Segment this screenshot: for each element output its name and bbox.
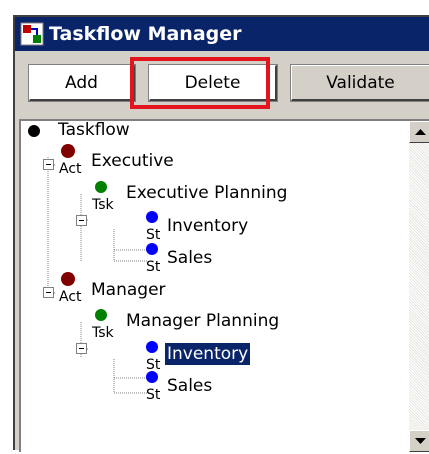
tree-node-inventory[interactable]: Inventory <box>165 215 250 237</box>
expander-manager-planning[interactable] <box>76 343 87 354</box>
tree-node-executive-planning[interactable]: Executive Planning <box>124 182 289 204</box>
add-button[interactable]: Add <box>28 64 136 102</box>
scroll-down-button[interactable] <box>409 430 429 452</box>
black-dot-icon <box>28 125 40 137</box>
svg-text:Act: Act <box>59 161 82 175</box>
svg-text:St: St <box>146 259 161 275</box>
validate-button[interactable]: Validate <box>290 64 429 102</box>
task-icon: Tsk <box>91 309 115 341</box>
expander-executive-planning[interactable] <box>76 215 87 226</box>
tree-node-taskflow[interactable]: Taskflow <box>56 119 132 141</box>
taskflow-app-icon <box>20 22 44 46</box>
expander-manager[interactable] <box>43 287 54 298</box>
svg-text:Act: Act <box>59 289 82 305</box>
tree-node-sales[interactable]: Sales <box>165 247 214 269</box>
expander-executive[interactable] <box>43 159 54 170</box>
activity-icon: Act <box>59 272 82 305</box>
activity-icon: Act <box>59 144 82 175</box>
taskflow-manager-window: Taskflow Manager Add Delete Validate Tas… <box>13 15 429 452</box>
window-title: Taskflow Manager <box>49 23 242 45</box>
arrow-up-icon <box>415 129 426 135</box>
svg-text:Tsk: Tsk <box>91 197 115 213</box>
delete-button[interactable]: Delete <box>148 64 278 102</box>
vertical-scrollbar[interactable] <box>409 121 429 452</box>
taskflow-tree[interactable]: Taskflow Act Executive Tsk Executive Pla… <box>19 119 429 452</box>
svg-text:St: St <box>146 387 161 403</box>
tree-node-sales[interactable]: Sales <box>165 375 214 397</box>
tree-node-manager-planning[interactable]: Manager Planning <box>124 310 281 332</box>
title-bar[interactable]: Taskflow Manager <box>15 17 429 51</box>
svg-text:Tsk: Tsk <box>91 325 115 341</box>
tree-node-inventory-selected[interactable]: Inventory <box>165 343 251 365</box>
scroll-up-button[interactable] <box>409 121 429 143</box>
tree-node-manager[interactable]: Manager <box>89 279 168 301</box>
arrow-down-icon <box>415 438 426 444</box>
tree-node-executive[interactable]: Executive <box>89 150 176 172</box>
task-icon: Tsk <box>91 181 115 213</box>
